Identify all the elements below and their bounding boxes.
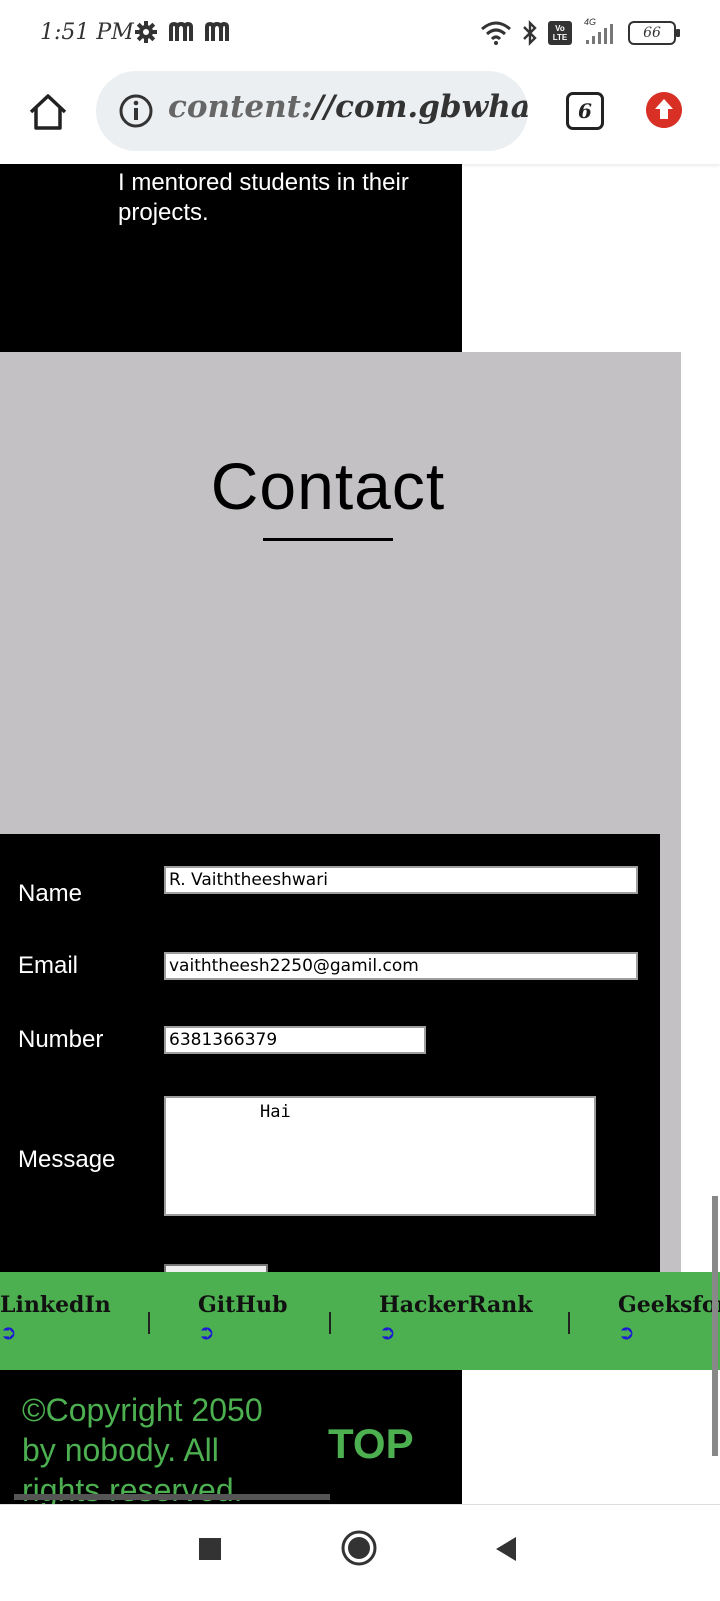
battery-indicator: 66 xyxy=(628,21,680,45)
status-bar: 1:51 PM Vo LTE 4G 66 xyxy=(0,0,720,68)
title-underline xyxy=(263,538,393,541)
home-icon[interactable] xyxy=(26,90,70,134)
tab-switcher-button[interactable]: 6 xyxy=(566,92,604,130)
name-label: Name xyxy=(18,880,83,907)
system-navigation-bar xyxy=(0,1504,720,1601)
horizontal-scrollbar[interactable] xyxy=(14,1494,330,1500)
arrow-icon: ➲ xyxy=(618,1320,635,1344)
footer: ©Copyright 2050 by nobody. All rights re… xyxy=(0,1370,462,1504)
update-arrow-icon[interactable] xyxy=(646,92,682,128)
contact-title: Contact xyxy=(210,449,446,523)
page-content: I mentored students in their projects. C… xyxy=(0,164,720,1504)
recents-icon[interactable] xyxy=(196,1535,224,1563)
copyright-text: ©Copyright 2050 by nobody. All rights re… xyxy=(22,1392,263,1504)
experience-block: I mentored students in their projects. xyxy=(0,164,462,352)
bluetooth-icon xyxy=(523,20,537,46)
social-link-linkedin[interactable]: LinkedIn ➲ xyxy=(0,1292,111,1344)
status-time: 1:51 PM xyxy=(40,20,134,45)
social-link-github[interactable]: GitHub ➲ xyxy=(198,1292,287,1344)
experience-text: I mentored students in their projects. xyxy=(118,169,409,226)
wifi-icon xyxy=(481,21,511,45)
vertical-scrollbar[interactable] xyxy=(712,1196,718,1456)
social-link-hackerrank[interactable]: HackerRank ➲ xyxy=(379,1292,533,1344)
number-field[interactable]: 6381366379 xyxy=(164,1026,426,1054)
browser-toolbar: content://com.gbwhat 6 xyxy=(0,68,720,164)
contact-section: Contact Name R. Vaiththeeshwari Email va… xyxy=(0,352,681,1362)
signal-icon: 4G xyxy=(582,17,618,46)
message-label: Message xyxy=(18,1146,116,1173)
arrow-icon: ➲ xyxy=(0,1320,17,1344)
volte-icon: Vo LTE xyxy=(548,21,572,45)
back-icon[interactable] xyxy=(492,1535,520,1563)
email-label: Email xyxy=(18,952,79,979)
separator xyxy=(329,1312,331,1334)
home-circle-icon[interactable] xyxy=(340,1529,378,1567)
separator xyxy=(568,1312,570,1334)
separator xyxy=(148,1312,150,1334)
name-field[interactable]: R. Vaiththeeshwari xyxy=(164,866,638,894)
social-link-geeksforgeeks[interactable]: Geeksfor ➲ xyxy=(618,1292,720,1344)
top-link[interactable]: TOP xyxy=(328,1420,414,1468)
info-icon[interactable] xyxy=(118,93,154,129)
message-textarea[interactable]: Hai xyxy=(164,1096,596,1216)
gear-icon xyxy=(135,21,157,43)
gmail-icon xyxy=(205,21,229,41)
email-field[interactable]: vaiththeesh2250@gamil.com xyxy=(164,952,638,980)
social-links-bar: LinkedIn ➲ GitHub ➲ HackerRank ➲ Geeksfo… xyxy=(0,1272,720,1370)
gmail-icon xyxy=(169,21,193,41)
arrow-icon: ➲ xyxy=(198,1320,215,1344)
url-text: content://com.gbwhat xyxy=(168,89,528,125)
address-bar[interactable]: content://com.gbwhat xyxy=(96,71,528,151)
arrow-icon: ➲ xyxy=(379,1320,396,1344)
number-label: Number xyxy=(18,1026,104,1053)
